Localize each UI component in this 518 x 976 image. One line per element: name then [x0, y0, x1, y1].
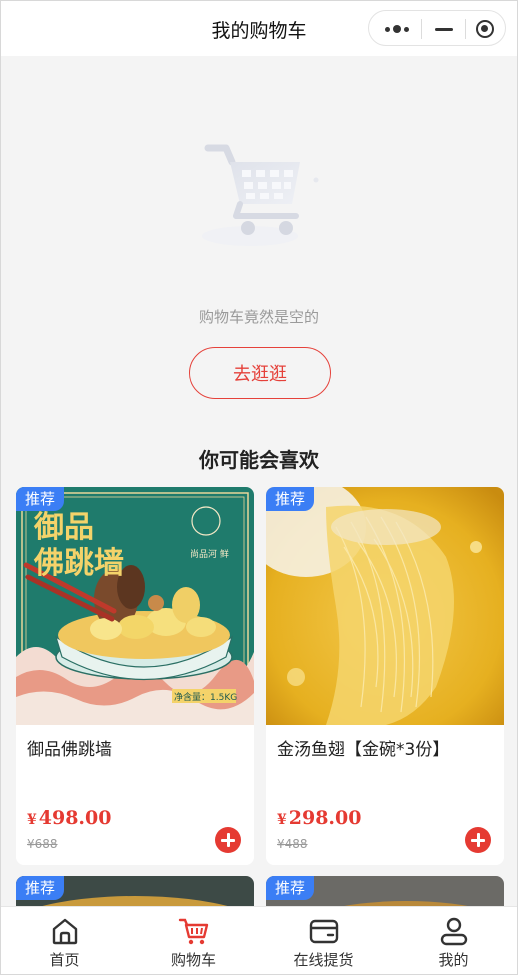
bottom-tab-bar: 首页 购物车 在线提货 我的 [0, 906, 518, 976]
product-image[interactable] [266, 487, 504, 725]
product-price: ¥298.00 [277, 807, 362, 829]
product-card[interactable]: 御品 佛跳墙 尚品河 鲜 净含量：1.5KG 推荐 御品佛跳墙 ¥498.00 … [16, 487, 254, 865]
mini-program-capsule [368, 10, 506, 46]
tab-label: 购物车 [170, 951, 216, 969]
tab-mine[interactable]: 我的 [389, 907, 518, 976]
net-weight-label: 净含量：1.5KG [174, 691, 237, 703]
capsule-divider [465, 19, 466, 39]
title-bar: 我的购物车 [0, 0, 518, 56]
tab-cart[interactable]: 购物车 [129, 907, 258, 976]
close-button[interactable] [467, 11, 503, 47]
product-original-price: ¥488 [277, 837, 308, 851]
close-target-icon [476, 20, 494, 38]
capsule-divider [421, 19, 422, 39]
product-name: 御品佛跳墙 [27, 740, 112, 760]
add-to-cart-button[interactable] [215, 827, 241, 853]
recommend-badge: 推荐 [266, 876, 315, 900]
add-to-cart-button[interactable] [465, 827, 491, 853]
product-original-price: ¥688 [27, 837, 58, 851]
empty-cart-icon [202, 144, 319, 246]
more-button[interactable] [377, 11, 417, 47]
empty-cart-message: 购物车竟然是空的 [198, 308, 319, 326]
recommend-section-title: 你可能会喜欢 [199, 448, 319, 472]
more-dots-icon [385, 25, 409, 33]
tab-label: 首页 [49, 951, 80, 969]
product-card[interactable]: 推荐 金汤鱼翅【金碗*3份】 ¥298.00 ¥488 [266, 487, 504, 865]
tab-home[interactable]: 首页 [0, 907, 129, 976]
go-shopping-button[interactable]: 去逛逛 [189, 347, 331, 399]
minimize-button[interactable] [425, 11, 463, 47]
wallet-icon [309, 919, 338, 944]
recommend-badge: 推荐 [16, 876, 65, 900]
cart-icon [178, 918, 208, 945]
product-image[interactable]: 御品 佛跳墙 尚品河 鲜 净含量：1.5KG [16, 487, 254, 725]
image-title-line1: 御品 [33, 510, 94, 545]
home-icon [52, 918, 77, 945]
brand-seal-text: 尚品河 鲜 [190, 548, 229, 560]
image-title-line2: 佛跳墙 [33, 546, 124, 581]
recommend-badge: 推荐 [266, 487, 315, 511]
minimize-icon [435, 27, 453, 31]
recommend-badge: 推荐 [16, 487, 65, 511]
product-name: 金汤鱼翅【金碗*3份】 [277, 740, 450, 760]
user-icon [440, 917, 467, 946]
tab-label: 在线提货 [293, 951, 354, 969]
tab-online-pickup[interactable]: 在线提货 [259, 907, 388, 976]
tab-label: 我的 [438, 951, 469, 969]
product-price: ¥498.00 [27, 807, 112, 829]
